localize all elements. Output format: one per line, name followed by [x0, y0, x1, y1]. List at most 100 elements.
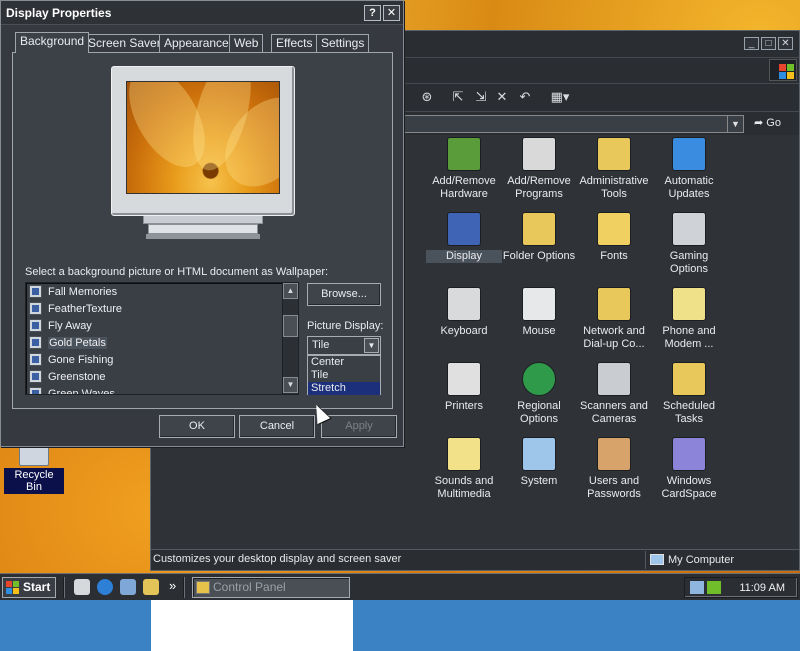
control-panel-item[interactable]: Windows CardSpace: [651, 437, 727, 501]
copy-to-icon[interactable]: ⇲: [472, 89, 490, 105]
control-panel-item[interactable]: Scheduled Tasks: [651, 362, 727, 426]
control-panel-item-label: Gaming Options: [669, 250, 709, 275]
control-panel-item[interactable]: Scanners and Cameras: [576, 362, 652, 426]
network-tray-icon[interactable]: [690, 581, 704, 594]
picture-display-select[interactable]: Tile ▼: [307, 336, 381, 355]
list-item[interactable]: FeatherTexture: [29, 301, 122, 318]
dialog-titlebar: Display Properties ? ✕: [1, 1, 403, 25]
list-item[interactable]: Fly Away: [29, 318, 92, 335]
control-panel-item[interactable]: Network and Dial-up Co...: [576, 287, 652, 351]
maximize-button[interactable]: □: [761, 37, 776, 50]
cancel-button[interactable]: Cancel: [239, 415, 315, 438]
display-properties-dialog: Display Properties ? ✕ Background Screen…: [0, 0, 404, 447]
list-item[interactable]: Green Waves: [29, 386, 115, 394]
control-panel-item-label: Printers: [445, 400, 483, 412]
ok-button[interactable]: OK: [159, 415, 235, 438]
globe-icon: [522, 362, 556, 396]
image-file-icon: [29, 370, 42, 383]
control-panel-item[interactable]: Regional Options: [501, 362, 577, 426]
image-file-icon: [29, 387, 42, 394]
sound-icon: [447, 437, 481, 471]
option-tile[interactable]: Tile: [308, 369, 380, 382]
chevron-down-icon[interactable]: ▼: [727, 116, 743, 132]
fonts-icon: [597, 212, 631, 246]
list-item-label: Fly Away: [48, 320, 92, 332]
control-panel-item[interactable]: Sounds and Multimedia: [426, 437, 502, 501]
explorer-icon[interactable]: [143, 579, 159, 595]
control-panel-item-label: System: [520, 475, 558, 487]
quick-launch-chevron[interactable]: »: [169, 578, 176, 593]
control-panel-item[interactable]: Gaming Options: [651, 212, 727, 276]
scroll-up-button[interactable]: ▲: [283, 283, 298, 299]
delete-icon[interactable]: ✕: [493, 89, 511, 105]
wallpaper-list[interactable]: Green Waves Greenstone Gone Fishing Gold Pe…: [25, 282, 299, 395]
control-panel-item[interactable]: Mouse: [501, 287, 577, 338]
tab-screen-saver[interactable]: Screen Saver: [83, 34, 166, 52]
outlook-express-icon[interactable]: [120, 579, 136, 595]
control-panel-item[interactable]: Users and Passwords: [576, 437, 652, 501]
desktop-icon-recycle-bin[interactable]: Recycle Bin: [4, 440, 64, 494]
undo-icon[interactable]: ↶: [516, 89, 534, 105]
internet-explorer-icon[interactable]: [97, 579, 113, 595]
wallpaper-prompt: Select a background picture or HTML docu…: [25, 266, 329, 278]
control-panel-item[interactable]: Automatic Updates: [651, 137, 727, 201]
minimize-button[interactable]: _: [744, 37, 759, 50]
system-icon: [522, 437, 556, 471]
move-to-icon[interactable]: ⇱: [449, 89, 467, 105]
scroll-down-button[interactable]: ▼: [283, 377, 298, 393]
tab-effects[interactable]: Effects: [271, 34, 318, 52]
dialog-close-button[interactable]: ✕: [383, 5, 400, 21]
image-file-icon: [29, 336, 42, 349]
chevron-down-icon[interactable]: ▼: [364, 338, 379, 353]
go-button[interactable]: ➦ Go: [754, 116, 781, 129]
control-panel-item[interactable]: Add/Remove Hardware: [426, 137, 502, 201]
status-zone: My Computer: [645, 551, 799, 569]
control-panel-icon: [196, 581, 210, 594]
control-panel-item[interactable]: Phone and Modem ...: [651, 287, 727, 351]
scroll-thumb[interactable]: [283, 315, 298, 337]
control-panel-item[interactable]: Administrative Tools: [576, 137, 652, 201]
wallpaper-preview: [126, 81, 280, 194]
control-panel-item[interactable]: Display: [426, 212, 502, 263]
control-panel-item-label: Add/Remove Programs: [507, 175, 571, 200]
control-panel-item[interactable]: Printers: [426, 362, 502, 413]
option-center[interactable]: Center: [308, 356, 380, 369]
tab-background[interactable]: Background: [15, 32, 90, 53]
control-panel-item[interactable]: Folder Options: [501, 212, 577, 263]
dialog-title: Display Properties: [6, 6, 112, 20]
start-button[interactable]: Start: [2, 577, 56, 598]
hardware-icon: [447, 137, 481, 171]
tab-settings[interactable]: Settings: [316, 34, 370, 52]
list-item-label: Greenstone: [48, 371, 106, 383]
image-file-icon: [29, 319, 42, 332]
wallpaper-scrollbar[interactable]: ▲ ▼: [282, 283, 298, 394]
browse-button[interactable]: Browse...: [307, 283, 381, 306]
close-button[interactable]: ✕: [778, 37, 793, 50]
control-panel-item[interactable]: Keyboard: [426, 287, 502, 338]
control-panel-item[interactable]: System: [501, 437, 577, 488]
show-desktop-icon[interactable]: [74, 579, 90, 595]
desktop-icon-label: Recycle Bin: [4, 468, 64, 494]
windows-logo-icon: [769, 59, 797, 81]
safely-remove-tray-icon[interactable]: [707, 581, 721, 594]
folder-options-icon: [522, 212, 556, 246]
control-panel-item[interactable]: Fonts: [576, 212, 652, 263]
task-control-panel[interactable]: Control Panel: [192, 577, 350, 598]
list-item[interactable]: Gone Fishing: [29, 352, 113, 369]
task-label: Control Panel: [213, 580, 286, 594]
views-icon[interactable]: ▦▾: [547, 89, 573, 105]
help-button[interactable]: ?: [364, 5, 381, 21]
list-item[interactable]: Gold Petals: [29, 335, 107, 352]
list-item[interactable]: Greenstone: [29, 369, 105, 386]
picture-display-value: Tile: [312, 339, 330, 351]
monitor-preview: [111, 66, 295, 216]
address-input[interactable]: ▼: [401, 115, 744, 133]
list-item[interactable]: Fall Memories: [29, 284, 117, 301]
apply-button[interactable]: Apply: [321, 415, 397, 438]
history-icon[interactable]: ⊛: [418, 89, 436, 105]
control-panel-item[interactable]: Add/Remove Programs: [501, 137, 577, 201]
tab-appearance[interactable]: Appearance: [159, 34, 234, 52]
option-stretch[interactable]: Stretch: [308, 382, 380, 395]
tab-web[interactable]: Web: [229, 34, 264, 52]
status-zone-label: My Computer: [668, 554, 735, 566]
